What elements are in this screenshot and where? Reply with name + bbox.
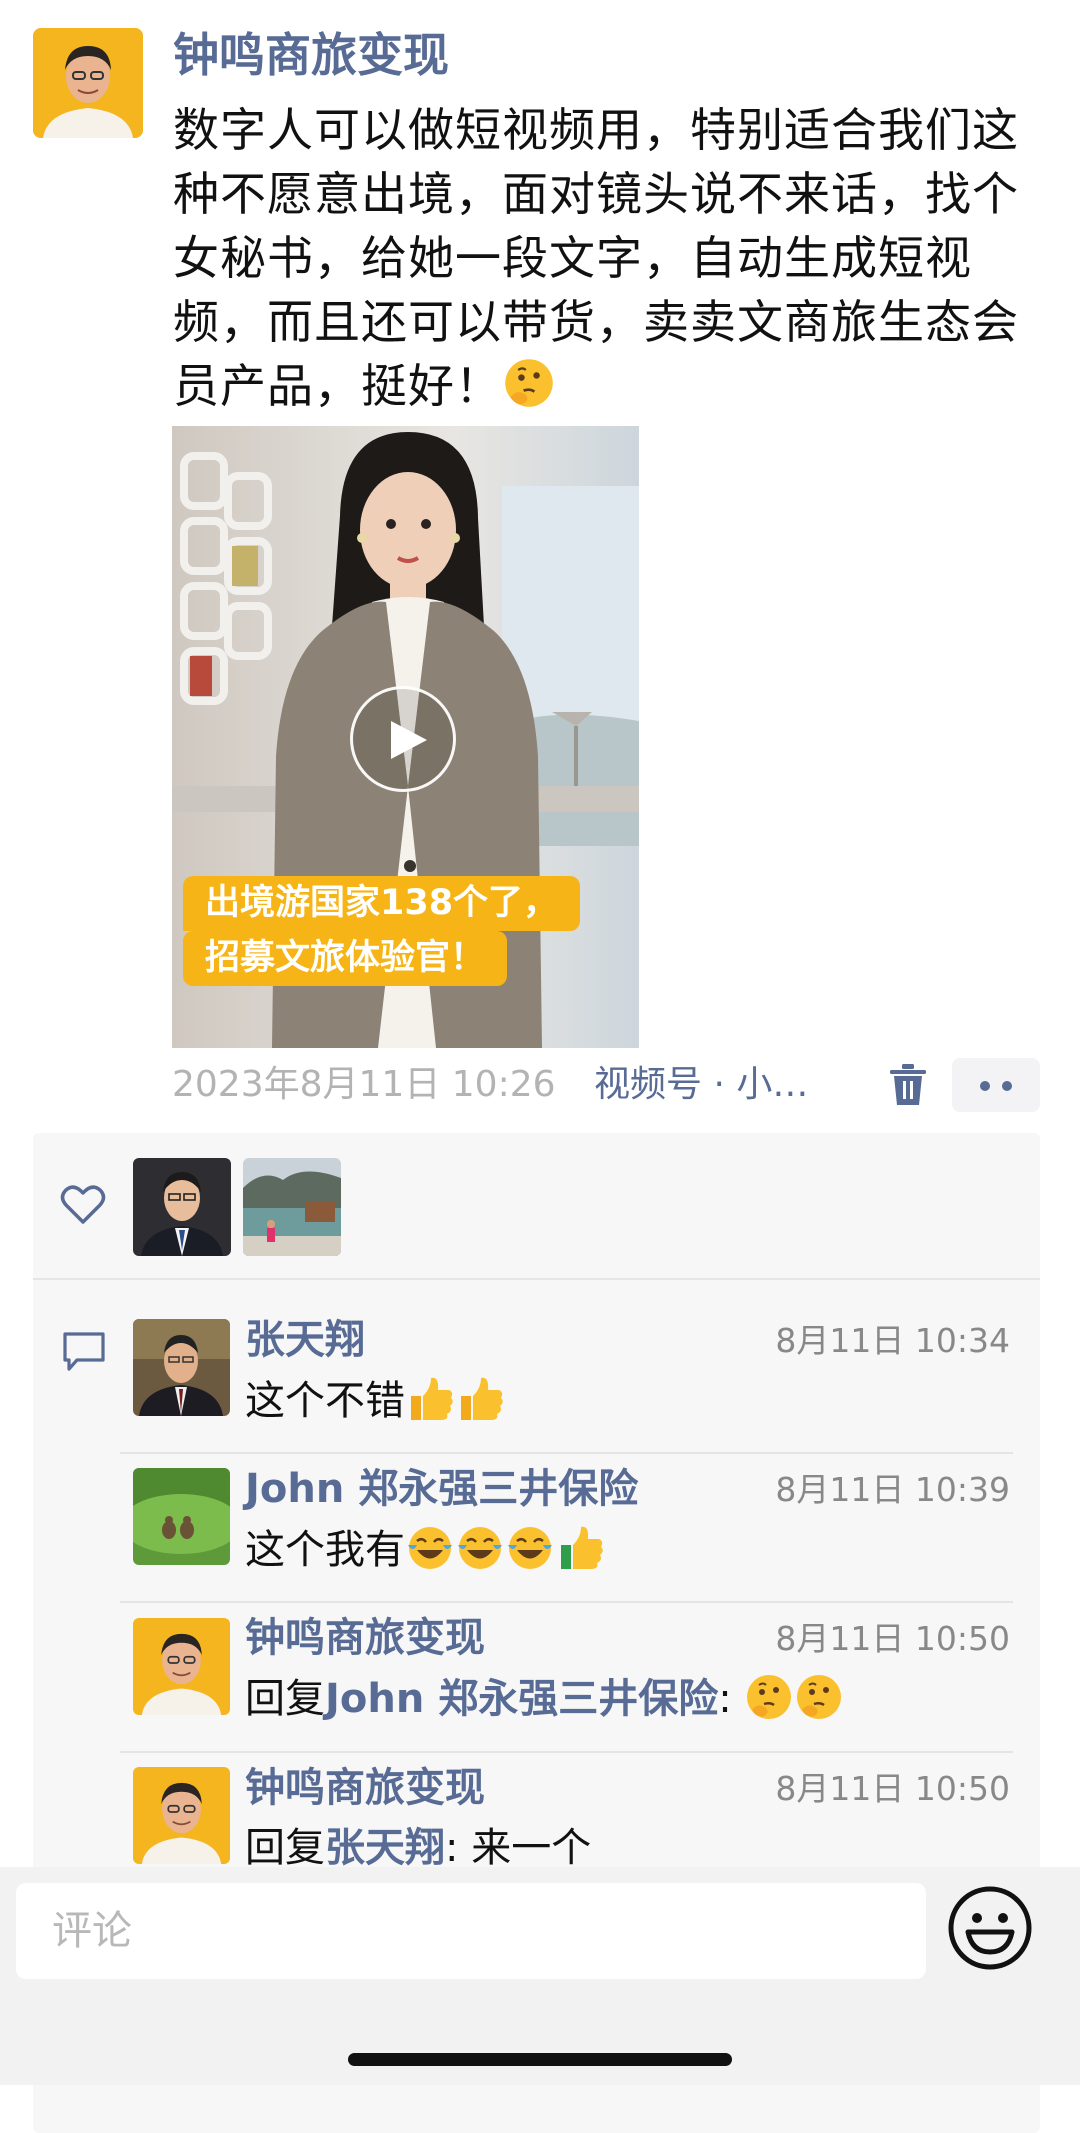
comment-input[interactable] <box>16 1883 926 1979</box>
tears-of-joy-emoji-icon <box>508 1527 552 1569</box>
comment-time: 8月11日 10:50 <box>775 1769 1010 1808</box>
comment-text-content: 这个不错 <box>245 1378 405 1424</box>
post-timestamp: 2023年8月11日 10:26 <box>172 1064 556 1105</box>
comment-time: 8月11日 10:50 <box>775 1619 1010 1658</box>
reply-prefix: 回复 <box>245 1676 325 1722</box>
video-caption: 出境游国家138个了， 招募文旅体验官！ <box>183 876 607 986</box>
comment-avatar[interactable] <box>133 1767 230 1864</box>
like-avatar[interactable] <box>243 1158 341 1256</box>
post-text-content: 数字人可以做短视频用，特别适合我们这种不愿意出境，面对镜头说不来话，找个女秘书，… <box>173 103 1019 413</box>
comment-author[interactable]: 张天翔 <box>245 1312 365 1368</box>
comment-avatar[interactable] <box>133 1618 230 1715</box>
thumbs-up-emoji-icon <box>411 1377 453 1420</box>
comment-time: 8月11日 10:34 <box>775 1321 1010 1360</box>
reply-prefix: 回复 <box>245 1825 325 1871</box>
comment-text: 这个我有 <box>245 1522 605 1578</box>
play-icon <box>391 721 427 759</box>
play-button[interactable] <box>350 686 456 792</box>
comment-text: 回复John 郑永强三井保险: <box>245 1671 844 1727</box>
tears-of-joy-emoji-icon <box>408 1527 452 1569</box>
reply-to-user[interactable]: John 郑永强三井保险 <box>325 1676 718 1722</box>
comment-text-content: : <box>718 1676 745 1722</box>
emoji-button-icon[interactable] <box>946 1884 1034 1972</box>
home-indicator[interactable] <box>348 2053 732 2066</box>
more-dot-icon <box>980 1081 990 1091</box>
comment-text-content: : 来一个 <box>445 1825 592 1871</box>
comment-author[interactable]: John 郑永强三井保险 <box>245 1461 638 1517</box>
comment-bubble-icon <box>63 1332 105 1371</box>
comment-time: 8月11日 10:39 <box>775 1470 1010 1509</box>
reply-to-user[interactable]: 张天翔 <box>325 1825 445 1871</box>
trash-icon[interactable] <box>888 1063 928 1107</box>
like-avatar[interactable] <box>133 1158 231 1256</box>
tears-of-joy-emoji-icon <box>458 1527 502 1569</box>
more-dot-icon <box>1002 1081 1012 1091</box>
comment-divider <box>120 1452 1013 1454</box>
thinking-emoji-icon <box>797 1675 842 1719</box>
thumbs-up-emoji-icon <box>461 1377 503 1420</box>
thinking-emoji-icon <box>747 1675 792 1719</box>
likes-divider <box>33 1278 1040 1280</box>
comment-avatar[interactable] <box>133 1319 230 1416</box>
comment-avatar[interactable] <box>133 1468 230 1565</box>
source-link[interactable]: 视频号 · 小… <box>594 1060 808 1110</box>
video-caption-line2: 招募文旅体验官！ <box>183 931 508 986</box>
comment-divider <box>120 1751 1013 1753</box>
author-name[interactable]: 钟鸣商旅变现 <box>173 24 449 86</box>
thinking-emoji-icon <box>505 359 553 407</box>
comment-divider <box>120 1601 1013 1603</box>
comment-author[interactable]: 钟鸣商旅变现 <box>245 1610 485 1666</box>
comment-author[interactable]: 钟鸣商旅变现 <box>245 1760 485 1816</box>
thumbs-up-emoji-icon <box>561 1526 603 1569</box>
comment-text: 这个不错 <box>245 1373 505 1429</box>
post-text: 数字人可以做短视频用，特别适合我们这种不愿意出境，面对镜头说不来话，找个女秘书，… <box>173 98 1053 418</box>
comment-text-content: 这个我有 <box>245 1527 405 1573</box>
heart-outline-icon <box>60 1185 106 1224</box>
more-options-button[interactable] <box>952 1058 1040 1112</box>
author-avatar[interactable] <box>33 28 143 138</box>
video-caption-line1: 出境游国家138个了， <box>183 876 581 931</box>
